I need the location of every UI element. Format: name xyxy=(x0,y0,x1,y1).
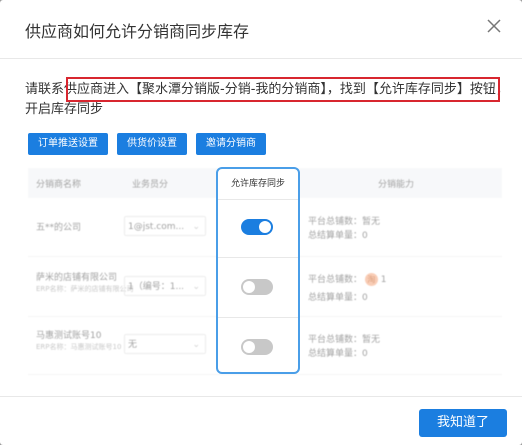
ability-line: 平台总铺数： 淘 1 xyxy=(308,272,387,286)
ability-line: 平台总铺数：暂无 xyxy=(308,335,381,345)
dialog-description: 请联系供应商进入【聚水潭分销版-分销-我的分销商】，找到【允许库存同步】按钮，开… xyxy=(25,82,509,117)
close-icon[interactable] xyxy=(486,18,502,34)
salesperson-value: 1@jst.com... xyxy=(128,222,185,232)
order-push-settings-button[interactable]: 订单推送设置 xyxy=(28,133,108,155)
header-ability: 分销能力 xyxy=(378,180,415,190)
toggle-knob xyxy=(259,221,271,233)
header-salesperson: 业务员分 xyxy=(132,180,169,190)
chevron-down-icon: ⌄ xyxy=(192,282,200,292)
sync-stock-dialog: 供应商如何允许分销商同步库存 请联系供应商进入【聚水潭分销版-分销-我的分销商】… xyxy=(0,0,522,445)
distributor-name: 五**的公司 xyxy=(36,223,82,233)
dialog-header: 供应商如何允许分销商同步库存 xyxy=(0,0,522,59)
supply-price-settings-button[interactable]: 供货价设置 xyxy=(117,133,187,155)
distributor-name: 马惠测试账号10 xyxy=(36,331,102,341)
stock-sync-column: 允许库存同步 xyxy=(216,167,300,374)
confirm-button[interactable]: 我知道了 xyxy=(419,409,507,437)
stock-sync-toggle[interactable] xyxy=(241,339,273,355)
distributor-erp-name: ERP名称：萨米的店铺有限公司 xyxy=(36,285,134,293)
footer-divider xyxy=(0,396,522,397)
salesperson-select[interactable]: 1@jst.com... ⌄ xyxy=(124,216,206,236)
ability-line: 平台总铺数：暂无 xyxy=(308,217,381,227)
dialog-title: 供应商如何允许分销商同步库存 xyxy=(25,22,250,41)
stock-sync-toggle[interactable] xyxy=(241,219,273,235)
ability-line: 总结算单量：0 xyxy=(308,349,368,359)
distributor-erp-name: ERP名称：马惠测试账号10 xyxy=(36,343,122,351)
ability-text: 平台总铺数： xyxy=(308,275,363,285)
header-name: 分销商名称 xyxy=(36,180,82,190)
divider xyxy=(218,317,298,318)
divider xyxy=(218,199,298,200)
distributor-name: 萨米的店铺有限公司 xyxy=(36,273,118,283)
salesperson-select[interactable]: 无 ⌄ xyxy=(124,334,206,354)
chevron-down-icon: ⌄ xyxy=(192,340,200,350)
ability-count: 1 xyxy=(380,275,387,285)
toggle-knob xyxy=(243,281,255,293)
toggle-knob xyxy=(243,341,255,353)
ability-line: 总结算单量：0 xyxy=(308,293,368,303)
stock-sync-header: 允许库存同步 xyxy=(230,179,285,189)
salesperson-value: 无 xyxy=(128,340,138,350)
chevron-down-icon: ⌄ xyxy=(192,222,200,232)
salesperson-value: 1（编号：1... xyxy=(128,282,185,292)
ability-line: 总结算单量：0 xyxy=(308,231,368,241)
divider xyxy=(218,257,298,258)
salesperson-select[interactable]: 1（编号：1... ⌄ xyxy=(124,276,206,296)
invite-distributor-button[interactable]: 邀请分销商 xyxy=(196,133,266,155)
ability-badge: 淘 xyxy=(364,273,378,286)
stock-sync-toggle[interactable] xyxy=(241,279,273,295)
